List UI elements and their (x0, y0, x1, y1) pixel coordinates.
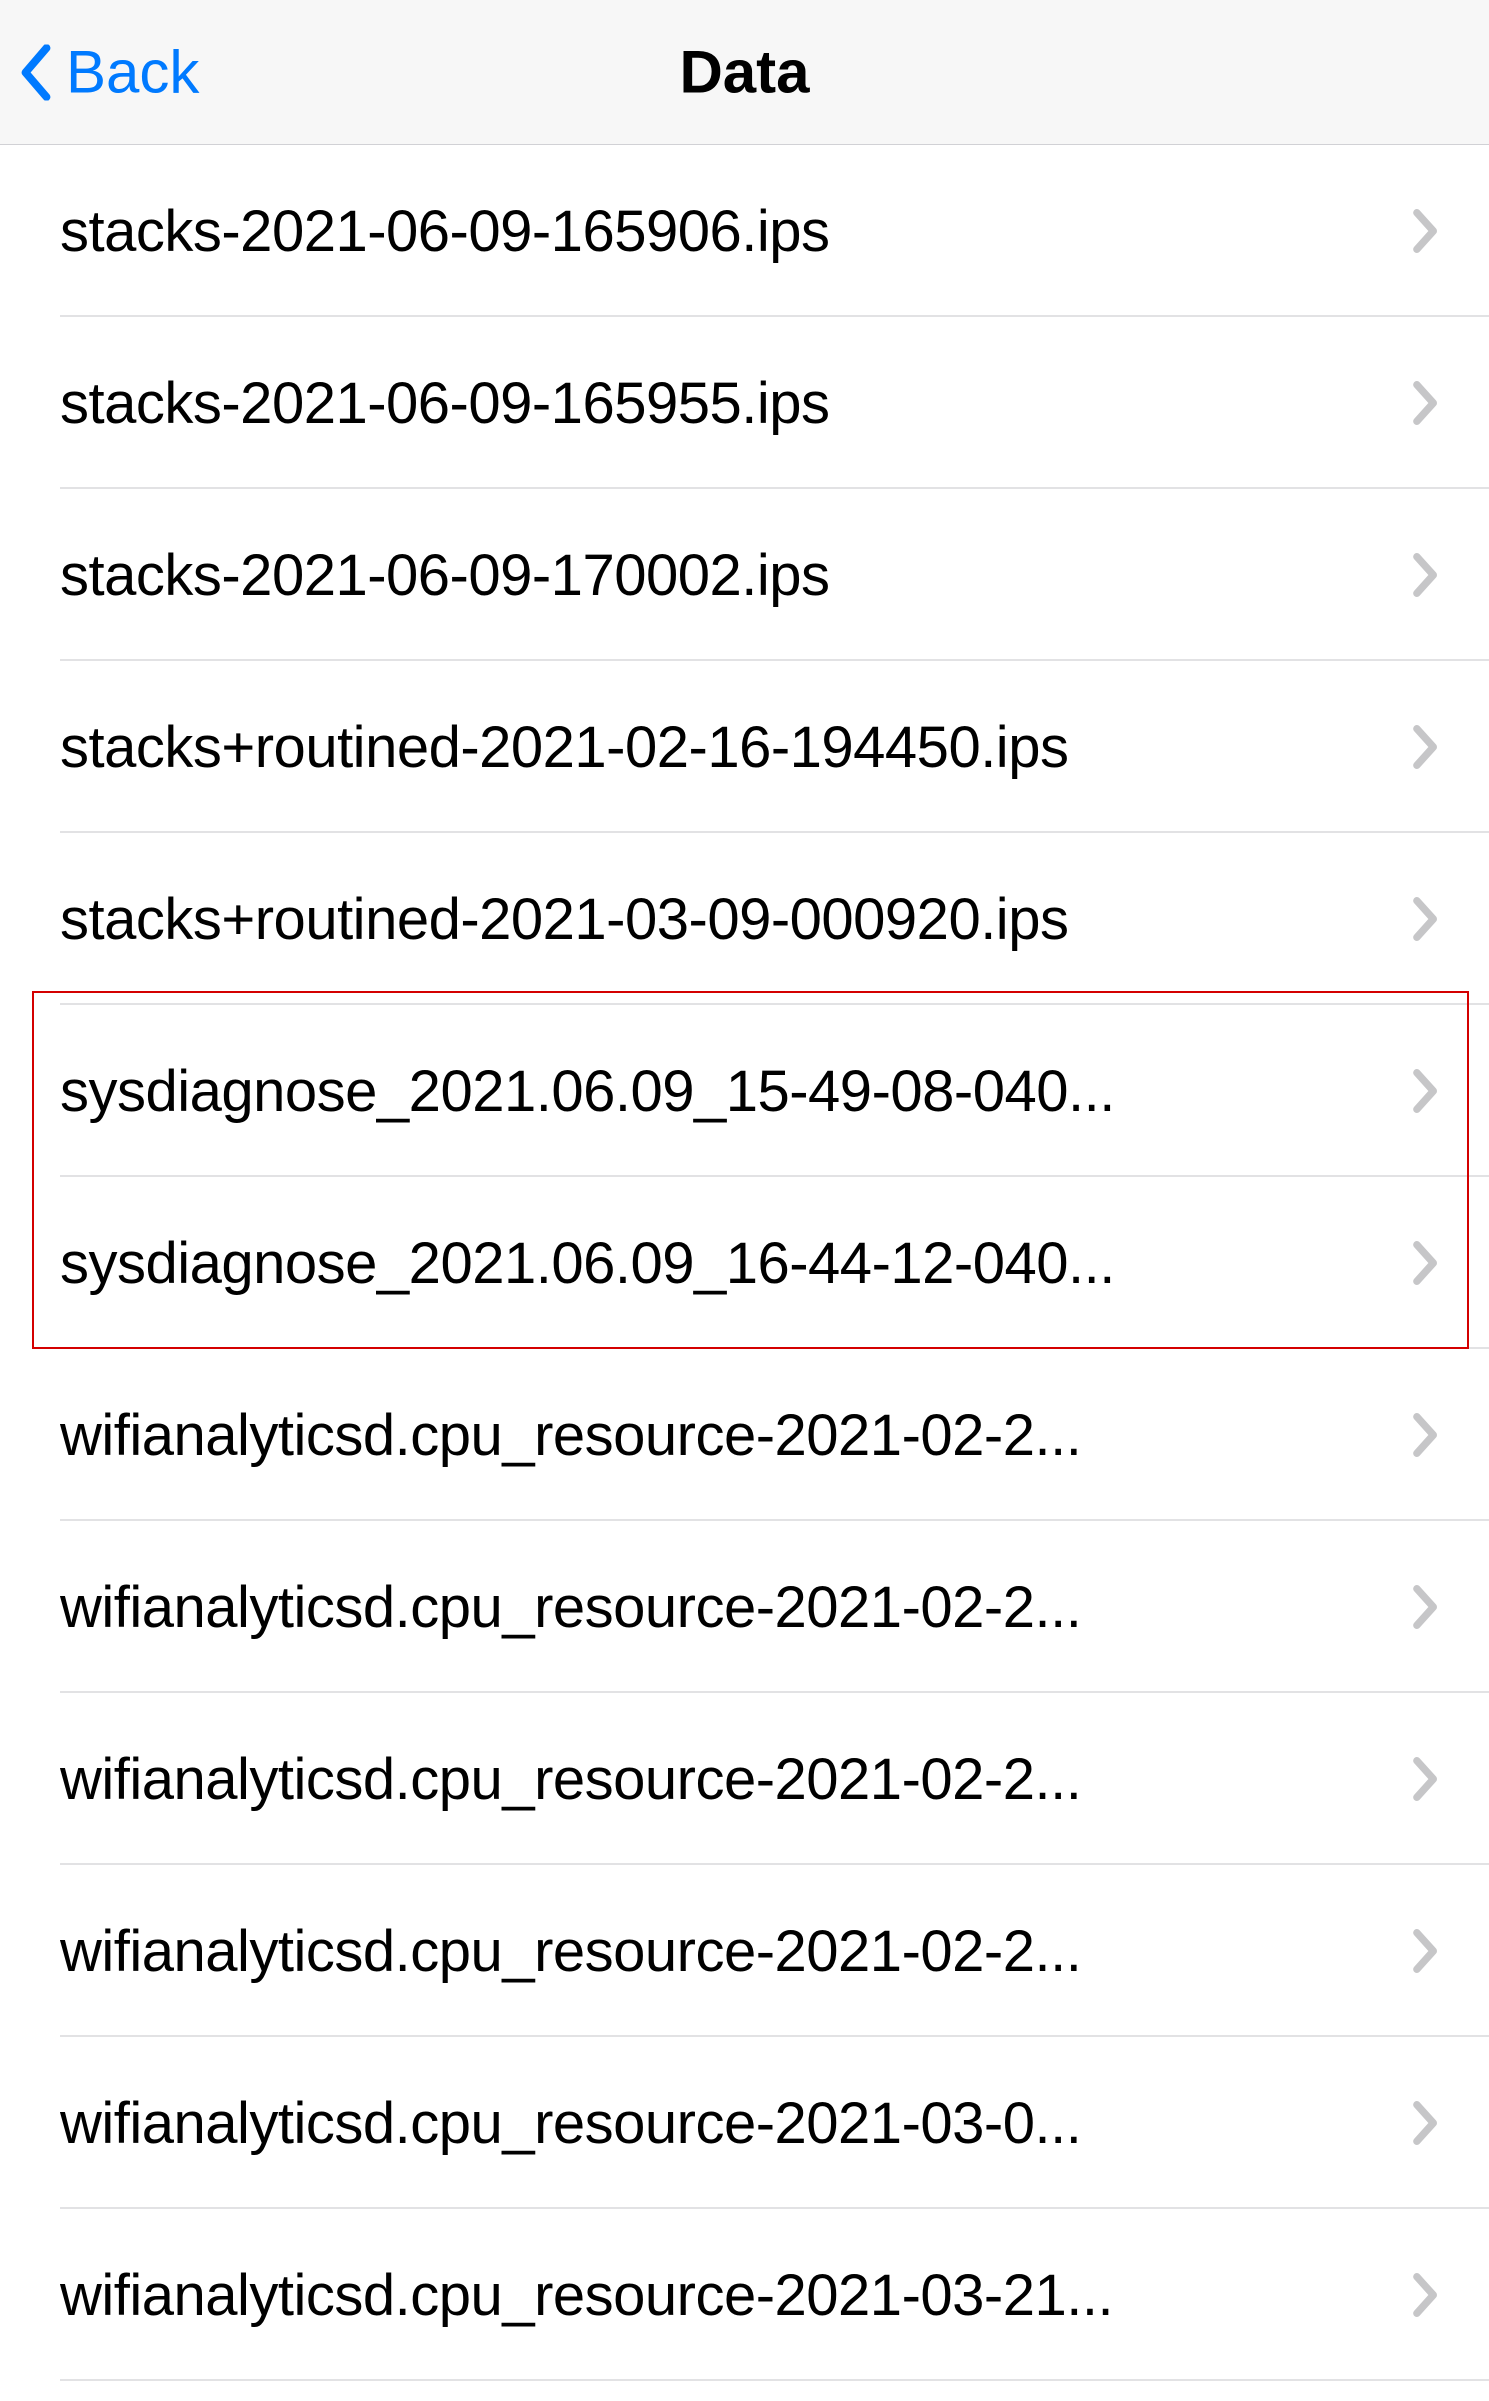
file-row[interactable]: stacks+routined-2021-03-09-000920.ips (0, 833, 1489, 1005)
chevron-right-icon (1413, 1585, 1439, 1629)
chevron-right-icon (1413, 1069, 1439, 1113)
file-name-label: wifianalyticsd.cpu_resource-2021-02-2... (60, 1574, 1413, 1641)
file-row[interactable]: sysdiagnose_2021.06.09_15-49-08-040... (0, 1005, 1489, 1177)
file-row[interactable]: wifianalyticsd.cpu_resource-2021-02-2... (0, 1693, 1489, 1865)
file-name-label: stacks-2021-06-09-165906.ips (60, 198, 1413, 265)
file-row[interactable]: stacks-2021-06-09-170002.ips (0, 489, 1489, 661)
file-row[interactable]: wifianalyticsd.cpu_resource-2021-02-2... (0, 1349, 1489, 1521)
file-name-label: wifianalyticsd.cpu_resource-2021-02-2... (60, 1918, 1413, 1985)
file-row[interactable]: stacks-2021-06-09-165906.ips (0, 145, 1489, 317)
file-name-label: stacks-2021-06-09-170002.ips (60, 542, 1413, 609)
navigation-bar: Back Data (0, 0, 1489, 145)
file-name-label: wifianalyticsd.cpu_resource-2021-02-2... (60, 1402, 1413, 1469)
file-name-label: wifianalyticsd.cpu_resource-2021-03-21..… (60, 2262, 1413, 2329)
chevron-right-icon (1413, 1413, 1439, 1457)
chevron-right-icon (1413, 897, 1439, 941)
file-name-label: stacks-2021-06-09-165955.ips (60, 370, 1413, 437)
file-row[interactable]: wifianalyticsd.cpu_resource-2021-03-0... (0, 2037, 1489, 2209)
chevron-right-icon (1413, 1241, 1439, 1285)
file-row[interactable]: wifianalyticsd.cpu_resource-2021-03-21..… (0, 2209, 1489, 2381)
file-row[interactable]: stacks+routined-2021-02-16-194450.ips (0, 661, 1489, 833)
file-row[interactable]: sysdiagnose_2021.06.09_16-44-12-040... (0, 1177, 1489, 1349)
chevron-left-icon (20, 44, 52, 100)
chevron-right-icon (1413, 1929, 1439, 1973)
file-row[interactable]: stacks-2021-06-09-165955.ips (0, 317, 1489, 489)
back-label: Back (66, 38, 199, 107)
chevron-right-icon (1413, 381, 1439, 425)
chevron-right-icon (1413, 2273, 1439, 2317)
file-name-label: stacks+routined-2021-02-16-194450.ips (60, 714, 1413, 781)
file-name-label: wifianalyticsd.cpu_resource-2021-03-0... (60, 2090, 1413, 2157)
chevron-right-icon (1413, 2101, 1439, 2145)
chevron-right-icon (1413, 1757, 1439, 1801)
file-name-label: wifianalyticsd.cpu_resource-2021-02-2... (60, 1746, 1413, 1813)
page-title: Data (679, 38, 809, 107)
file-name-label: stacks+routined-2021-03-09-000920.ips (60, 886, 1413, 953)
chevron-right-icon (1413, 209, 1439, 253)
file-list: stacks-2021-06-09-165906.ips stacks-2021-… (0, 145, 1489, 2381)
back-button[interactable]: Back (20, 38, 199, 107)
file-name-label: sysdiagnose_2021.06.09_16-44-12-040... (60, 1230, 1413, 1297)
file-name-label: sysdiagnose_2021.06.09_15-49-08-040... (60, 1058, 1413, 1125)
file-row[interactable]: wifianalyticsd.cpu_resource-2021-02-2... (0, 1865, 1489, 2037)
file-row[interactable]: wifianalyticsd.cpu_resource-2021-02-2... (0, 1521, 1489, 1693)
chevron-right-icon (1413, 553, 1439, 597)
chevron-right-icon (1413, 725, 1439, 769)
